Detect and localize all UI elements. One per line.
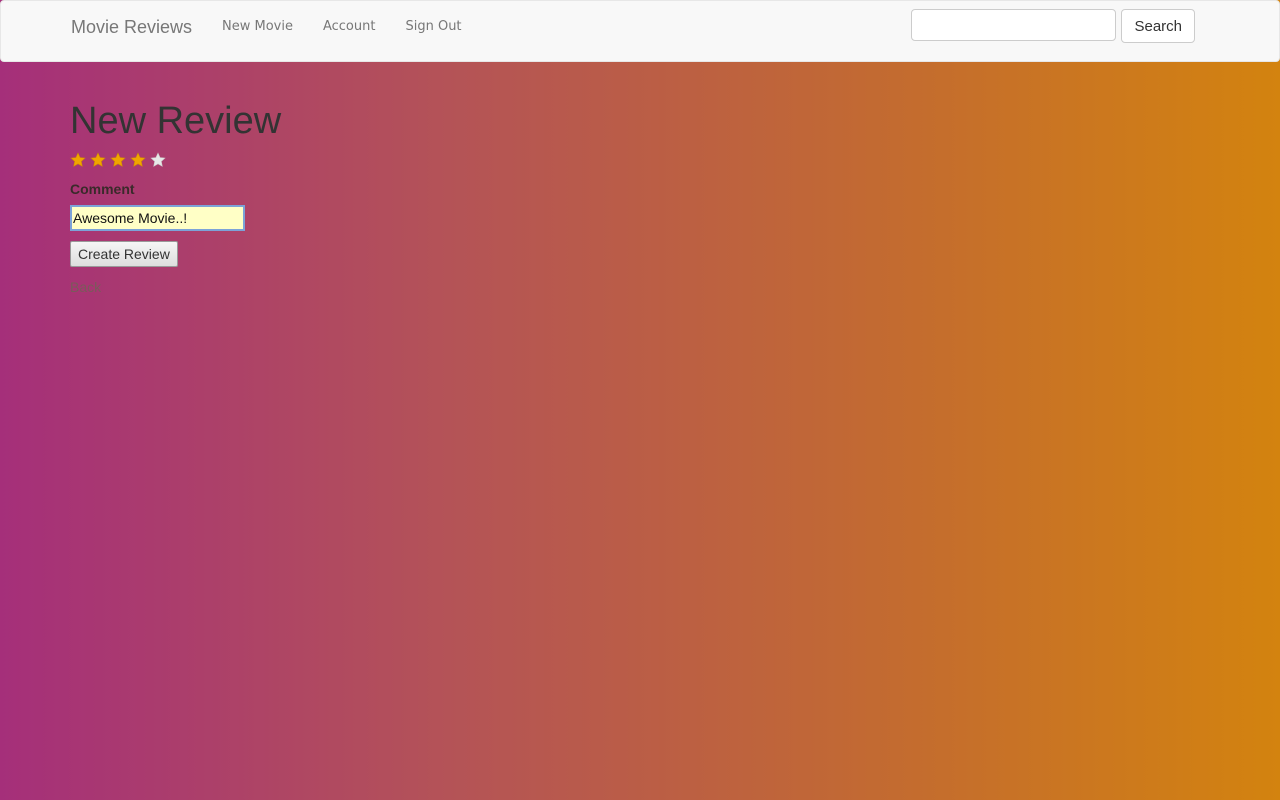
star-filled-icon[interactable]: [130, 152, 146, 168]
nav-new-movie-link[interactable]: New Movie: [207, 1, 308, 53]
star-filled-icon[interactable]: [90, 152, 106, 168]
star-filled-icon[interactable]: [70, 152, 86, 168]
star-empty-icon[interactable]: [150, 152, 166, 168]
star-rating[interactable]: [70, 150, 281, 170]
nav-account-link[interactable]: Account: [308, 1, 391, 53]
top-navbar: Movie Reviews New Movie Account Sign Out…: [0, 0, 1280, 62]
comment-field[interactable]: [70, 205, 245, 231]
nav-sign-out-link[interactable]: Sign Out: [390, 1, 476, 53]
star-filled-icon[interactable]: [110, 152, 126, 168]
comment-label: Comment: [70, 181, 135, 197]
search-button[interactable]: Search: [1121, 9, 1195, 43]
search-form: Search: [911, 9, 1195, 43]
back-link[interactable]: Back: [70, 279, 281, 295]
brand-link[interactable]: Movie Reviews: [71, 16, 192, 38]
page-title: New Review: [70, 100, 282, 142]
main-content: New Review Comment Create Review Back: [70, 98, 281, 295]
search-input[interactable]: [911, 9, 1117, 41]
create-review-button[interactable]: Create Review: [70, 241, 178, 267]
nav-links: New Movie Account Sign Out: [207, 1, 477, 53]
